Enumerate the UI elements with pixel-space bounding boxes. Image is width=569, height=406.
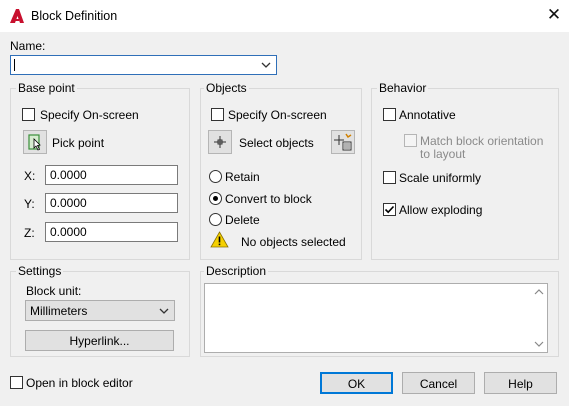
block-unit-select[interactable]: Millimeters: [25, 300, 175, 321]
description-textarea[interactable]: [204, 283, 548, 353]
scale-uniformly-label: Scale uniformly: [399, 171, 482, 185]
block-unit-value: Millimeters: [30, 304, 88, 318]
x-coordinate-input[interactable]: 0.0000: [45, 165, 178, 185]
convert-to-block-label: Convert to block: [225, 192, 312, 206]
allow-exploding-label: Allow exploding: [399, 203, 483, 217]
select-objects-button[interactable]: [208, 130, 232, 154]
name-combobox[interactable]: [10, 55, 277, 75]
description-title: Description: [204, 264, 269, 278]
hyperlink-button[interactable]: Hyperlink...: [25, 330, 174, 351]
delete-label: Delete: [225, 213, 260, 227]
scroll-down-icon[interactable]: [533, 339, 545, 349]
selection-status-text: No objects selected: [241, 235, 346, 249]
match-orientation-label-line1: Match block orientation: [420, 134, 544, 148]
allow-exploding-checkbox[interactable]: [383, 203, 396, 216]
open-in-block-editor-checkbox[interactable]: [10, 376, 23, 389]
select-objects-label: Select objects: [239, 136, 314, 150]
block-unit-label: Block unit:: [26, 284, 82, 298]
y-coordinate-input[interactable]: 0.0000: [45, 193, 178, 213]
checkmark-icon: [384, 205, 395, 214]
objects-specify-on-screen-checkbox[interactable]: [211, 108, 224, 121]
window-title: Block Definition: [31, 9, 118, 23]
match-orientation-label-line2: to layout: [420, 147, 466, 161]
retain-label: Retain: [225, 170, 260, 184]
scale-uniformly-checkbox[interactable]: [383, 171, 396, 184]
chevron-down-icon: [159, 308, 169, 314]
chevron-down-icon[interactable]: [260, 58, 272, 72]
base-point-specify-on-screen-label: Specify On-screen: [40, 108, 139, 122]
settings-title: Settings: [16, 264, 64, 278]
cancel-button[interactable]: Cancel: [402, 372, 475, 394]
objects-specify-on-screen-label: Specify On-screen: [228, 108, 327, 122]
x-label: X:: [24, 169, 36, 183]
quick-select-button[interactable]: [331, 130, 355, 154]
convert-to-block-radio[interactable]: [209, 192, 222, 205]
match-orientation-checkbox[interactable]: [404, 134, 417, 147]
quick-select-icon: [334, 133, 352, 151]
z-label: Z:: [24, 226, 35, 240]
base-point-title: Base point: [16, 81, 77, 95]
ok-button[interactable]: OK: [320, 372, 393, 394]
annotative-label: Annotative: [399, 108, 456, 122]
open-in-block-editor-label: Open in block editor: [26, 376, 133, 390]
help-button[interactable]: Help: [484, 372, 557, 394]
pick-point-label: Pick point: [52, 136, 105, 150]
warning-icon: [210, 231, 229, 248]
pick-point-button[interactable]: [23, 130, 47, 154]
behavior-title: Behavior: [377, 81, 429, 95]
scroll-up-icon[interactable]: [533, 287, 545, 297]
y-label: Y:: [24, 197, 35, 211]
objects-title: Objects: [204, 81, 249, 95]
select-objects-icon: [214, 136, 226, 148]
z-coordinate-input[interactable]: 0.0000: [45, 222, 178, 242]
base-point-specify-on-screen-checkbox[interactable]: [22, 108, 35, 121]
text-caret: [14, 59, 15, 71]
retain-radio[interactable]: [209, 170, 222, 183]
annotative-checkbox[interactable]: [383, 108, 396, 121]
close-icon[interactable]: ✕: [545, 6, 563, 24]
autocad-a-icon: [9, 8, 25, 24]
pick-point-icon: [28, 134, 41, 151]
delete-radio[interactable]: [209, 213, 222, 226]
name-label: Name:: [10, 39, 46, 53]
